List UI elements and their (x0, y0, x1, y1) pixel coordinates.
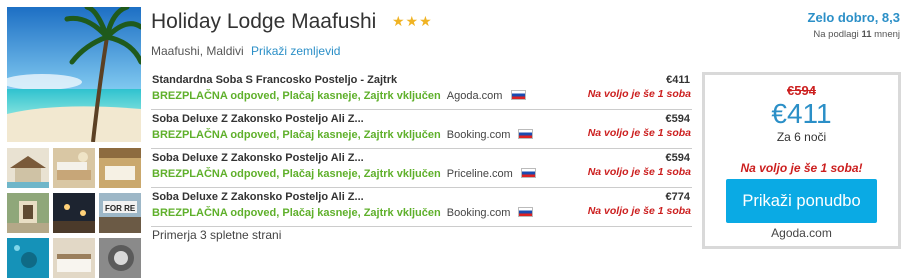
offer-availability: Na voljo je še 1 soba (587, 166, 691, 178)
offer-site: Priceline.com (446, 168, 513, 180)
offer-price: €411 (666, 74, 690, 86)
thumbnail-photo[interactable] (7, 238, 49, 278)
offer-row[interactable]: Standardna Soba S Francosko Posteljo - Z… (151, 71, 692, 110)
star-rating-icon: ★★★ (392, 13, 433, 29)
availability-warning: Na voljo je še 1 soba! (740, 161, 863, 175)
thumbnail-photo[interactable] (99, 238, 141, 278)
thumbnail-photo[interactable]: FOR RE (99, 193, 141, 233)
slovenia-flag-icon (518, 129, 534, 139)
offer-features: BREZPLAČNA odpoved, Plačaj kasneje, Zajt… (152, 90, 441, 102)
slovenia-flag-icon (518, 207, 534, 217)
thumbnail-photo[interactable] (53, 148, 95, 188)
best-price: €411 (771, 98, 832, 129)
offer-site: Agoda.com (446, 90, 503, 102)
offer-features: BREZPLAČNA odpoved, Plačaj kasneje, Zajt… (152, 168, 441, 180)
offer-title: Standardna Soba S Francosko Posteljo - Z… (152, 74, 398, 86)
old-price: €594 (787, 83, 816, 98)
reviews-count: Na podlagi 11 mnenj (813, 29, 900, 40)
offer-row[interactable]: Soba Deluxe Z Zakonsko Posteljo Ali Z...… (151, 188, 692, 227)
deal-site: Agoda.com (771, 226, 832, 240)
slovenia-flag-icon (510, 90, 526, 100)
svg-text:FOR RE: FOR RE (105, 204, 136, 213)
main-hotel-photo[interactable] (7, 7, 141, 142)
compare-sites-text: Primerja 3 spletne strani (152, 228, 282, 242)
offer-details: BREZPLAČNA odpoved, Plačaj kasneje, Zajt… (152, 129, 534, 141)
hotel-name[interactable]: Holiday Lodge Maafushi (151, 10, 376, 34)
offer-title: Soba Deluxe Z Zakonsko Posteljo Ali Z... (152, 191, 364, 203)
offer-features: BREZPLAČNA odpoved, Plačaj kasneje, Zajt… (152, 129, 441, 141)
offer-details: BREZPLAČNA odpoved, Plačaj kasneje, Zajt… (152, 207, 534, 219)
show-deal-button[interactable]: Prikaži ponudbo (726, 179, 877, 223)
thumbnail-photo[interactable] (53, 238, 95, 278)
nights-count: Za 6 noči (776, 130, 827, 144)
offer-details: BREZPLAČNA odpoved, Plačaj kasneje, Zajt… (152, 90, 526, 102)
offer-details: BREZPLAČNA odpoved, Plačaj kasneje, Zajt… (152, 168, 536, 180)
thumbnail-photo[interactable] (99, 148, 141, 188)
offer-availability: Na voljo je še 1 soba (587, 88, 691, 100)
thumbnail-photo[interactable] (7, 193, 49, 233)
offer-price: €594 (665, 113, 690, 125)
offer-title: Soba Deluxe Z Zakonsko Posteljo Ali Z... (152, 113, 364, 125)
best-price-box: €594 €411 Za 6 noči Na voljo je še 1 sob… (702, 72, 901, 249)
thumbnail-photo[interactable] (7, 148, 49, 188)
offer-row[interactable]: Soba Deluxe Z Zakonsko Posteljo Ali Z...… (151, 110, 692, 149)
offer-site: Booking.com (446, 129, 511, 141)
offer-row[interactable]: Soba Deluxe Z Zakonsko Posteljo Ali Z...… (151, 149, 692, 188)
offer-title: Soba Deluxe Z Zakonsko Posteljo Ali Z... (152, 152, 364, 164)
rating-score[interactable]: Zelo dobro, 8,3 (808, 10, 900, 25)
thumbnail-photo[interactable] (53, 193, 95, 233)
offer-features: BREZPLAČNA odpoved, Plačaj kasneje, Zajt… (152, 207, 441, 219)
offer-availability: Na voljo je še 1 soba (587, 127, 691, 139)
slovenia-flag-icon (520, 168, 536, 178)
offers-list: Standardna Soba S Francosko Posteljo - Z… (151, 71, 692, 227)
offer-price: €594 (665, 152, 690, 164)
offer-site: Booking.com (446, 207, 511, 219)
show-map-link[interactable]: Prikaži zemljevid (251, 44, 340, 58)
offer-price: €774 (665, 191, 690, 203)
offer-availability: Na voljo je še 1 soba (587, 205, 691, 217)
hotel-location: Maafushi, Maldivi Prikaži zemljevid (151, 44, 340, 58)
location-text: Maafushi, Maldivi (151, 44, 244, 58)
